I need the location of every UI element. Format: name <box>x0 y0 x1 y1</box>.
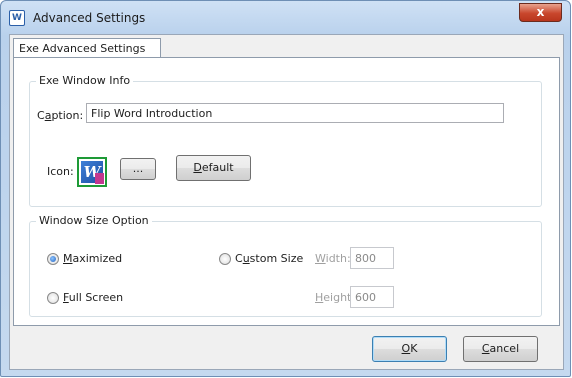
exe-window-info-group: Exe Window Info <box>29 74 542 207</box>
custom-size-radio[interactable] <box>219 253 231 265</box>
default-icon-button[interactable]: Default <box>176 155 251 181</box>
dialog-client-area: Exe Advanced Settings Exe Window Info Ca… <box>9 34 564 370</box>
window-size-option-title: Window Size Option <box>36 214 152 227</box>
custom-size-label[interactable]: Custom Size <box>235 252 303 265</box>
height-input[interactable] <box>350 286 394 308</box>
advanced-settings-dialog: W Advanced Settings x Exe Advanced Setti… <box>0 0 571 377</box>
full-screen-label[interactable]: Full Screen <box>63 291 123 304</box>
caption-input[interactable] <box>86 103 504 123</box>
full-screen-radio[interactable] <box>47 292 59 304</box>
maximized-label[interactable]: Maximized <box>63 252 122 265</box>
caption-label: Caption: <box>37 109 84 122</box>
icon-badge <box>95 173 104 184</box>
ok-button[interactable]: OK <box>372 336 447 362</box>
cancel-button[interactable]: Cancel <box>463 336 538 362</box>
browse-icon-button[interactable]: ... <box>120 158 156 180</box>
app-icon: W <box>9 10 25 26</box>
tab-exe-advanced-settings[interactable]: Exe Advanced Settings <box>13 38 161 58</box>
width-input[interactable] <box>350 247 394 269</box>
exe-window-info-title: Exe Window Info <box>36 74 134 87</box>
icon-label: Icon: <box>47 165 74 178</box>
window-title: Advanced Settings <box>33 11 146 25</box>
close-button[interactable]: x <box>519 3 562 22</box>
width-label: Width: <box>315 252 351 265</box>
maximized-radio[interactable] <box>47 253 59 265</box>
tab-panel: Exe Window Info Caption: Icon: W ... Def… <box>13 57 560 326</box>
title-bar[interactable]: W Advanced Settings x <box>1 1 570 35</box>
icon-preview: W <box>77 157 107 187</box>
